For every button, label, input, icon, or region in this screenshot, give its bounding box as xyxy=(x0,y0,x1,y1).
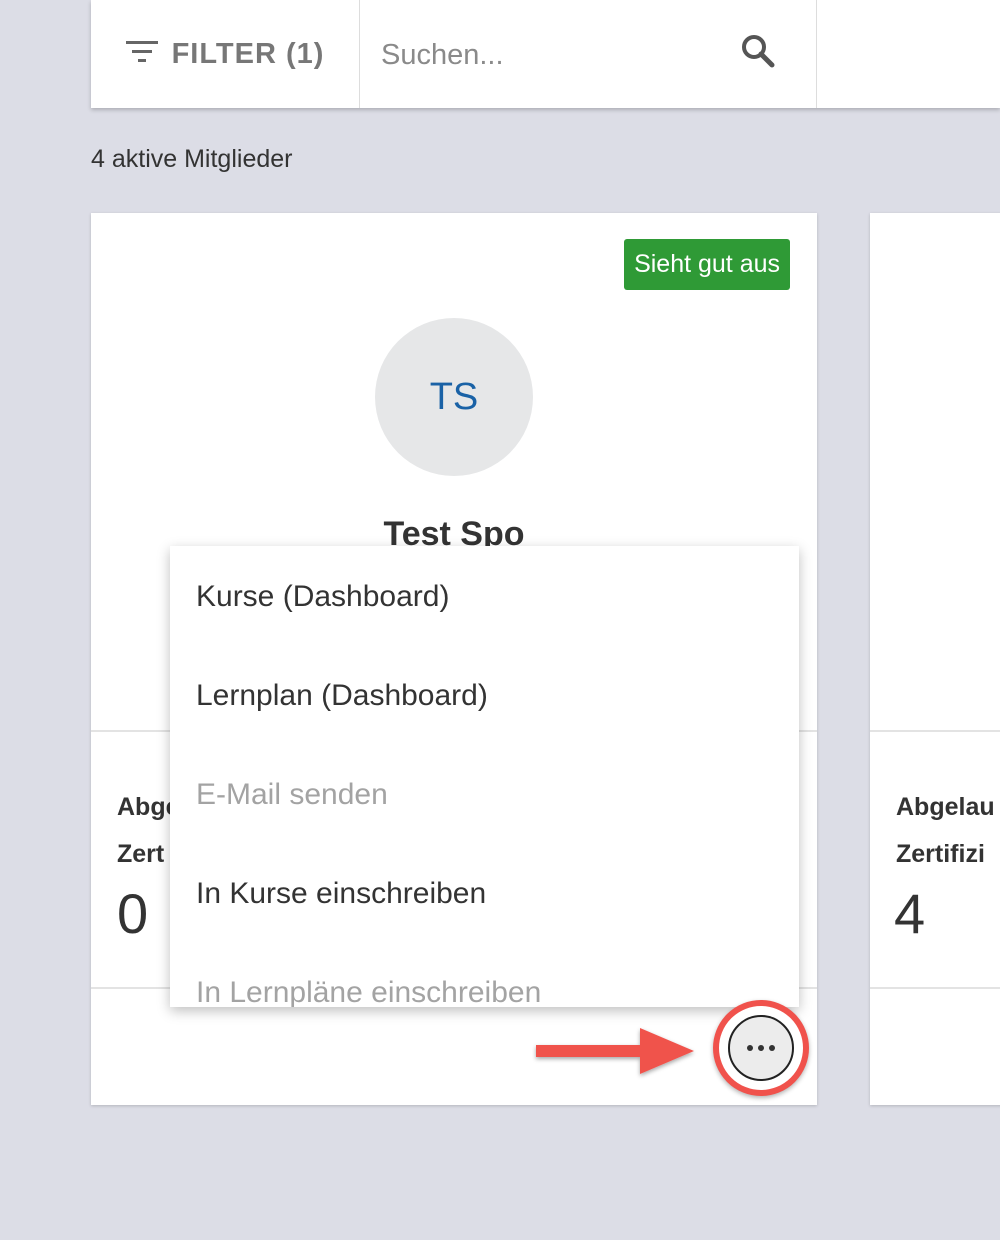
member-count: 4 aktive Mitglieder xyxy=(91,145,293,173)
filter-label: FILTER (1) xyxy=(171,37,325,70)
stat-value: 4 xyxy=(894,882,926,945)
filter-button[interactable]: FILTER (1) xyxy=(91,0,360,108)
arrow-right-icon xyxy=(532,1018,702,1089)
member-card: Abgelau Zertifizi 4 xyxy=(870,213,1000,1105)
status-badge: Sieht gut aus xyxy=(624,239,790,290)
filter-lines-icon xyxy=(125,39,158,70)
stat-label-completed: Abgelau xyxy=(896,793,995,821)
menu-item-enroll-learning-plans: In Lernpläne einschreiben xyxy=(196,976,542,1007)
menu-item-enroll-courses[interactable]: In Kurse einschreiben xyxy=(196,877,486,911)
avatar-initials: TS xyxy=(429,375,479,418)
search-icon[interactable] xyxy=(739,32,779,77)
stat-label-certificates: Zert xyxy=(117,840,165,868)
menu-item-courses-dashboard[interactable]: Kurse (Dashboard) xyxy=(196,580,449,614)
more-horizontal-icon xyxy=(728,1015,794,1081)
actions-menu: Kurse (Dashboard) Lernplan (Dashboard) E… xyxy=(170,546,799,1007)
toolbar: FILTER (1) xyxy=(91,0,1000,108)
stat-label-certificates: Zertifizi xyxy=(896,840,985,868)
stat-value: 0 xyxy=(117,882,149,945)
menu-item-send-email: E-Mail senden xyxy=(196,778,388,811)
avatar[interactable]: TS xyxy=(375,318,533,476)
menu-item-learning-plan-dashboard[interactable]: Lernplan (Dashboard) xyxy=(196,679,488,713)
search-input[interactable] xyxy=(379,30,723,80)
divider xyxy=(870,987,1000,989)
search-box xyxy=(361,0,817,108)
more-actions-button[interactable] xyxy=(713,1000,809,1096)
divider xyxy=(870,730,1000,732)
